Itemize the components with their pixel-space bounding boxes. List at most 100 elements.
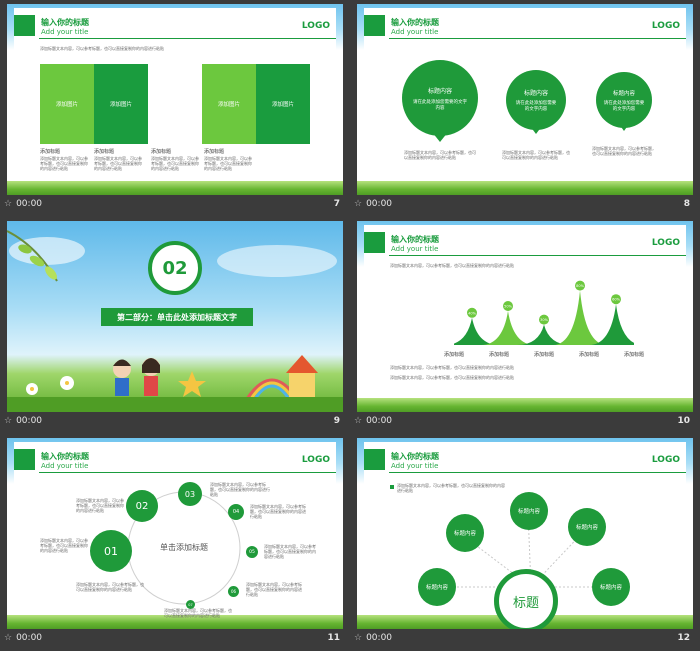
logo: LOGO — [651, 238, 680, 248]
col-text-4: 添加标题文本内容，可以参考标题，也可以直接复制你的内容进行粘贴 — [204, 156, 252, 171]
header-square — [14, 15, 35, 36]
peak-mark — [553, 290, 607, 345]
intro-text: 添加标题文本内容，可以参考标题，也可以直接复制你的内容进行粘贴 — [40, 46, 164, 51]
caption-1: 添加标题文本内容，可以参考标题，也可以直接复制你的内容进行粘贴 — [404, 150, 476, 160]
col-title-2: 添加标题 — [94, 149, 115, 155]
slide-info: ☆ 00:00 — [4, 416, 42, 426]
header-title: 输入你的标题 — [391, 235, 439, 244]
circle-body: 请在此处添加您需要的文字内容 — [515, 101, 557, 112]
node-04: 04 — [228, 504, 244, 520]
star-icon: ☆ — [4, 633, 13, 643]
col-title-4: 添加标题 — [204, 149, 225, 155]
logo: LOGO — [301, 21, 330, 31]
slide-thumb-7[interactable]: 输入你的标题 Add your title LOGO 添加标题文本内容，可以参考… — [0, 0, 343, 217]
header-title: 输入你的标题 — [391, 18, 439, 27]
slide-9-canvas: 02 第二部分：单击此处添加标题文字 — [7, 221, 343, 412]
header-subtitle: Add your title — [391, 245, 439, 253]
circle-body: 请在此处添加您需要的文字内容 — [603, 100, 645, 112]
star-icon: ☆ — [4, 416, 13, 426]
slide-frame: 输入你的标题 Add your title LOGO 添加标题文本内容，可以参考… — [364, 225, 686, 398]
node-label: 07 — [188, 602, 193, 607]
slide-number: 12 — [677, 633, 690, 643]
slide-8-canvas: 输入你的标题 Add your title LOGO 标题内容 请在此处添加您需… — [357, 4, 693, 195]
node-06: 06 — [228, 586, 239, 597]
node-label: 02 — [135, 500, 149, 512]
speech-circle-2: 标题内容 请在此处添加您需要的文字内容 — [506, 70, 566, 130]
node-label: 标题内容 — [425, 585, 448, 591]
star-icon: ☆ — [354, 199, 363, 209]
col-title-1: 添加标题 — [40, 149, 61, 155]
header-title: 输入你的标题 — [41, 18, 89, 27]
star-icon: ☆ — [354, 416, 363, 426]
outer-node-5: 标题内容 — [592, 568, 630, 606]
slide-info: ☆ 00:00 — [354, 199, 392, 209]
slide-info: ☆ 00:00 — [354, 633, 392, 643]
node-text-05: 添加标题文本内容，可以参考标题，也可以直接复制你的内容进行粘贴 — [264, 544, 316, 559]
outer-node-2: 标题内容 — [510, 492, 548, 530]
node-label: 标题内容 — [517, 509, 540, 515]
center-title: 单击添加标题 — [160, 543, 208, 552]
slide-11-canvas: 输入你的标题 Add your title LOGO 单击添加标题 01 02 … — [7, 438, 343, 629]
slide-12-canvas: 输入你的标题 Add your title LOGO 添加标题文本内容，可以参考… — [357, 438, 693, 629]
header-line — [389, 255, 686, 256]
col-text-3: 添加标题文本内容，可以参考标题，也可以直接复制你的内容进行粘贴 — [151, 156, 199, 171]
node-label: 05 — [249, 549, 255, 555]
circle-title: 标题内容 — [427, 87, 452, 95]
slide-7-canvas: 输入你的标题 Add your title LOGO 添加标题文本内容，可以参考… — [7, 4, 343, 195]
node-label: 06 — [230, 589, 237, 594]
node-text-02: 添加标题文本内容，可以参考标题，也可以直接复制你的内容进行粘贴 — [76, 498, 124, 513]
slide-thumb-8[interactable]: 输入你的标题 Add your title LOGO 标题内容 请在此处添加您需… — [350, 0, 693, 217]
header-subtitle: Add your title — [391, 28, 439, 36]
node-02: 02 — [126, 490, 158, 522]
peak-value-label: 60% — [612, 298, 620, 302]
slide-number: 9 — [333, 416, 340, 426]
node-text-03: 添加标题文本内容，可以参考标题，也可以直接复制你的内容进行粘贴 — [210, 482, 270, 497]
peak-label: 添加标题 — [623, 352, 644, 358]
col-title-3: 添加标题 — [151, 149, 172, 155]
peak-value-label: 50% — [504, 305, 512, 309]
node-05: 05 — [246, 546, 258, 558]
peak-label: 添加标题 — [578, 352, 599, 358]
slide-thumb-11[interactable]: 输入你的标题 Add your title LOGO 单击添加标题 01 02 … — [0, 434, 343, 651]
node-text-01: 添加标题文本内容，可以参考标题，也可以直接复制你的内容进行粘贴 — [40, 538, 88, 553]
slide-number: 8 — [683, 199, 690, 209]
outer-node-4: 标题内容 — [418, 568, 456, 606]
header-subtitle: Add your title — [41, 28, 89, 36]
star-icon: ☆ — [4, 199, 13, 209]
slide-10-canvas: 输入你的标题 Add your title LOGO 添加标题文本内容，可以参考… — [357, 221, 693, 412]
peak-mark — [454, 317, 499, 345]
slide-time: 00:00 — [366, 633, 393, 643]
circle-title: 标题内容 — [612, 90, 635, 97]
slide-thumb-9[interactable]: 02 第二部分：单击此处添加标题文字 ☆ 00:00 9 — [0, 217, 343, 434]
image-placeholder-3: 添加图片 — [202, 64, 256, 144]
slide-thumb-10[interactable]: 输入你的标题 Add your title LOGO 添加标题文本内容，可以参考… — [350, 217, 693, 434]
intro-text: 添加标题文本内容，可以参考标题，也可以直接复制你的内容进行粘贴 — [390, 263, 514, 268]
slide-frame: 输入你的标题 Add your title LOGO 添加标题文本内容，可以参考… — [14, 8, 336, 181]
grass-background — [357, 181, 693, 195]
slide-time: 00:00 — [366, 416, 393, 426]
node-text-04: 添加标题文本内容，可以参考标题，也可以直接复制你的内容进行粘贴 — [250, 504, 306, 519]
footer-text: 添加标题文本内容，可以参考标题，也可以直接复制你的内容进行粘贴 — [390, 365, 514, 370]
peak-label: 添加标题 — [444, 352, 465, 358]
footer-text-2: 添加标题文本内容，可以参考标题，也可以直接复制你的内容进行粘贴 — [390, 375, 514, 380]
slide-frame: 输入你的标题 Add your title LOGO 添加标题文本内容，可以参考… — [364, 442, 686, 629]
node-label: 03 — [184, 489, 196, 499]
speech-circle-3: 标题内容 请在此处添加您需要的文字内容 — [596, 72, 652, 128]
col-text-1: 添加标题文本内容，可以参考标题，也可以直接复制你的内容进行粘贴 — [40, 156, 88, 171]
speech-tail-2 — [530, 126, 542, 134]
peak-labels: 添加标题 添加标题 添加标题 添加标题 添加标题 — [444, 351, 644, 358]
slide-frame: 输入你的标题 Add your title LOGO 标题内容 请在此处添加您需… — [364, 8, 686, 181]
circle-title: 标题内容 — [523, 90, 548, 97]
slide-info: ☆ 00:00 — [354, 416, 392, 426]
speech-circle-1: 标题内容 请在此处添加您需要的文字内容 — [402, 60, 478, 136]
node-text-08: 添加标题文本内容，可以参考标题，也可以直接复制你的内容进行粘贴 — [76, 582, 144, 592]
grass-background — [357, 398, 693, 412]
header-line — [39, 38, 336, 39]
slide-number: 10 — [677, 416, 690, 426]
image-placeholder-2: 添加图片 — [94, 64, 148, 144]
slide-thumb-12[interactable]: 输入你的标题 Add your title LOGO 添加标题文本内容，可以参考… — [350, 434, 693, 651]
node-label: 标题内容 — [575, 525, 598, 531]
slide-time: 00:00 — [16, 199, 43, 209]
node-label: 标题内容 — [599, 585, 622, 591]
node-label: 04 — [232, 509, 240, 515]
